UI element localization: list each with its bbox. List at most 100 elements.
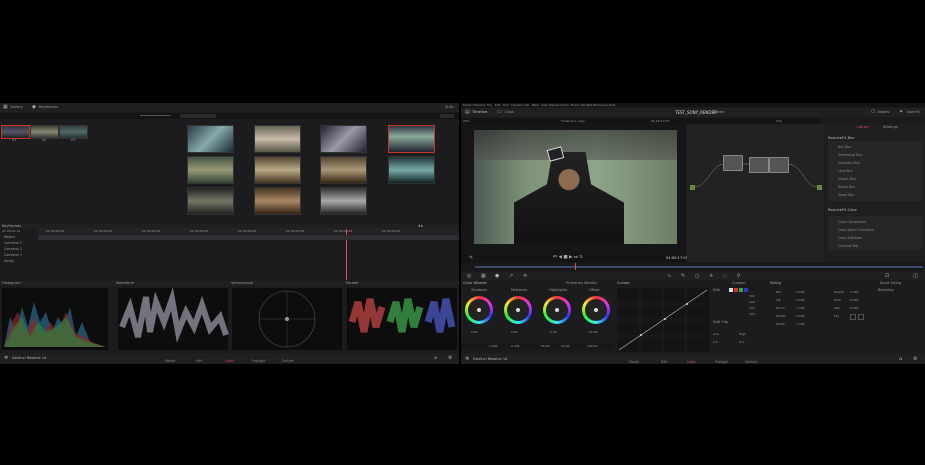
- settings-icon[interactable]: ⚙: [448, 356, 452, 361]
- sizing-icon[interactable]: ⊡: [885, 273, 889, 279]
- menu-workspace[interactable]: Workspace: [593, 103, 608, 107]
- menu-edit[interactable]: Edit: [495, 103, 500, 107]
- nodes-tab[interactable]: Nodes: [878, 110, 889, 115]
- flip-h-toggle[interactable]: [850, 314, 856, 320]
- timeline-icon[interactable]: ▤: [465, 110, 470, 115]
- page-tab-edit[interactable]: Edit: [196, 359, 203, 363]
- fx-item[interactable]: Radial Blur: [838, 185, 855, 189]
- camera-raw-icon[interactable]: ◎: [467, 273, 471, 279]
- key-icon[interactable]: ⚲: [737, 273, 741, 279]
- fx-item[interactable]: Color Space Transform: [838, 228, 874, 232]
- menu-mark[interactable]: Mark: [532, 103, 539, 107]
- highlights-wheel[interactable]: [543, 296, 571, 324]
- menu-fusion[interactable]: Fusion: [571, 103, 580, 107]
- page-tab-color[interactable]: Color: [225, 359, 234, 363]
- menu-clip[interactable]: Clip: [524, 103, 529, 107]
- viewer-tools-icon[interactable]: ✎: [469, 255, 473, 261]
- still-thumb-selected[interactable]: [388, 125, 435, 153]
- keyframe-ruler[interactable]: 01:00:02:00 01:00:03:00 01:00:04:00 01:0…: [38, 229, 459, 234]
- home-icon[interactable]: ⌂: [899, 357, 902, 362]
- wheel-mode[interactable]: Primaries Wheels: [566, 281, 597, 286]
- nodes-icon[interactable]: ⎔: [871, 110, 875, 115]
- sizing-value[interactable]: 1.000: [850, 291, 859, 294]
- shadows-wheel[interactable]: [465, 296, 493, 324]
- keyframes-icon[interactable]: ◆: [32, 105, 36, 110]
- curves-icon[interactable]: ∿: [667, 273, 671, 279]
- clips-tab[interactable]: Clips: [505, 110, 514, 115]
- curve-channel-r[interactable]: [734, 288, 738, 292]
- wheel-value[interactable]: 0.00: [511, 331, 518, 334]
- page-tab-deliver[interactable]: Deliver: [745, 360, 757, 364]
- sizing-value[interactable]: 1.000: [796, 307, 805, 310]
- clip-selector[interactable]: Clip: [776, 119, 782, 123]
- menu-color[interactable]: Color: [562, 103, 569, 107]
- curve-point[interactable]: [686, 303, 688, 305]
- still-thumb[interactable]: [187, 187, 234, 215]
- page-tab-fairlight[interactable]: Fairlight: [715, 360, 729, 364]
- flip-v-toggle[interactable]: [858, 314, 864, 320]
- midtones-wheel[interactable]: [504, 296, 532, 324]
- keyframes-tab[interactable]: Keyframes: [39, 105, 58, 110]
- menu-timeline[interactable]: Timeline: [511, 103, 523, 107]
- fx-item[interactable]: Directional Blur: [838, 153, 863, 157]
- fx-item[interactable]: Zoom Blur: [838, 193, 855, 197]
- wheel-value[interactable]: 0.00: [550, 331, 557, 334]
- thumb-toolbar[interactable]: [180, 114, 216, 118]
- menu-file[interactable]: File: [487, 103, 492, 107]
- curve-channel-b[interactable]: [744, 288, 748, 292]
- viewer-zoom[interactable]: 25%: [463, 119, 470, 123]
- still-thumb[interactable]: [254, 187, 301, 215]
- lum-mix-value[interactable]: 100.00: [587, 345, 598, 348]
- settings-tab[interactable]: Settings: [883, 125, 898, 130]
- sizing-mode[interactable]: Input Sizing: [880, 281, 901, 286]
- mini-timeline[interactable]: [461, 262, 925, 271]
- view-options[interactable]: [440, 114, 454, 118]
- color-match-icon[interactable]: ▦: [481, 273, 486, 279]
- sat-value[interactable]: 50.00: [541, 345, 550, 348]
- rgb-mixer-icon[interactable]: ↗: [509, 273, 513, 279]
- blur-icon[interactable]: ◌: [723, 273, 727, 279]
- fx-item[interactable]: Lens Blur: [838, 169, 853, 173]
- page-tab-media[interactable]: Media: [165, 359, 175, 363]
- offset-wheel[interactable]: [582, 296, 610, 324]
- qualifier-icon[interactable]: ✎: [681, 273, 685, 279]
- wheel-value[interactable]: 25.00: [589, 331, 598, 334]
- still-thumb[interactable]: [254, 125, 301, 153]
- stills-tab[interactable]: Stills: [445, 105, 454, 110]
- color-wheels-icon[interactable]: ◉: [495, 273, 499, 279]
- curve-intensity[interactable]: 100: [749, 295, 755, 298]
- menu-view[interactable]: View: [541, 103, 548, 107]
- menu-app[interactable]: DaVinci Resolve: [463, 103, 485, 107]
- timeline-playhead[interactable]: [575, 263, 576, 270]
- sizing-value[interactable]: 0.000: [796, 315, 805, 318]
- sizing-value[interactable]: 0.000: [796, 291, 805, 294]
- sizing-value[interactable]: 0.000: [850, 307, 859, 310]
- page-tab-deliver[interactable]: Deliver: [282, 359, 294, 363]
- fx-item[interactable]: Contrast Pop: [838, 244, 858, 248]
- curve-channel-y[interactable]: [729, 288, 733, 292]
- curve-point[interactable]: [664, 318, 666, 320]
- fx-item[interactable]: Mosaic Blur: [838, 177, 856, 181]
- strip-clip[interactable]: [59, 125, 88, 139]
- settings-icon[interactable]: ⚙: [913, 357, 917, 362]
- curve-intensity[interactable]: 100: [749, 307, 755, 310]
- wheel-value[interactable]: 0.00: [471, 331, 478, 334]
- still-thumb[interactable]: [254, 156, 301, 184]
- timeline-selector[interactable]: Timeline 1 copy: [561, 119, 585, 123]
- page-tab-fairlight[interactable]: Fairlight: [252, 359, 266, 363]
- curves-mode[interactable]: Custom: [732, 281, 746, 286]
- curve-editor[interactable]: [617, 288, 709, 352]
- openfx-icon[interactable]: ✦: [899, 110, 903, 115]
- page-tab-media[interactable]: Media: [629, 360, 639, 364]
- still-thumb[interactable]: [320, 156, 367, 184]
- strip-clip[interactable]: [1, 125, 30, 139]
- still-thumb[interactable]: [187, 125, 234, 153]
- menu-help[interactable]: Help: [609, 103, 615, 107]
- sizing-value[interactable]: 0.000: [796, 299, 805, 302]
- curve-intensity[interactable]: 100: [749, 313, 755, 316]
- keyframe-nav-icon[interactable]: ◂ ▸: [418, 224, 423, 228]
- timeline-tab[interactable]: Timeline: [472, 110, 487, 115]
- gallery-icon[interactable]: ▦: [3, 105, 8, 110]
- pivot-value[interactable]: 0.435: [511, 345, 520, 348]
- still-thumb[interactable]: [388, 156, 435, 184]
